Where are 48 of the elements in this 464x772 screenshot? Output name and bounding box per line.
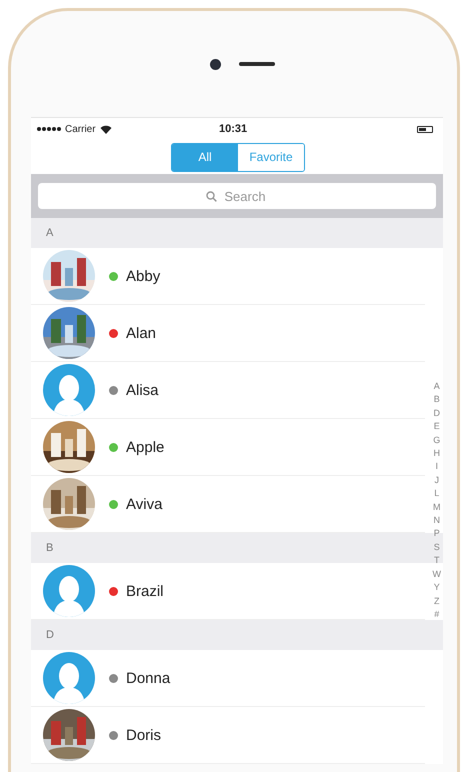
- index-letter[interactable]: N: [434, 514, 440, 528]
- camera-icon: [210, 58, 220, 70]
- index-letter[interactable]: T: [434, 554, 440, 568]
- index-letter[interactable]: P: [434, 527, 440, 541]
- index-letter[interactable]: L: [434, 487, 440, 501]
- search-field[interactable]: Search: [38, 183, 436, 209]
- status-time: 10:31: [219, 123, 248, 135]
- contact-row[interactable]: Alan: [31, 305, 425, 362]
- section-letter: A: [46, 227, 54, 239]
- index-letter[interactable]: S: [434, 540, 440, 554]
- index-letter[interactable]: Z: [434, 594, 440, 608]
- wifi-icon: [100, 124, 112, 134]
- index-letter[interactable]: W: [432, 568, 441, 582]
- index-letter[interactable]: I: [435, 460, 438, 474]
- segment-tab[interactable]: All: [172, 144, 238, 170]
- contact-name: Apple: [126, 438, 164, 456]
- contact-row[interactable]: Abby: [31, 248, 425, 305]
- contact-row[interactable]: Doris: [31, 707, 425, 764]
- avatar-icon: [43, 565, 95, 617]
- index-letter[interactable]: H: [434, 447, 440, 460]
- section-letter: D: [46, 629, 54, 641]
- search-icon: [206, 191, 217, 202]
- signal-icon: [37, 127, 61, 131]
- contact-name: Abby: [126, 268, 160, 284]
- index-letter[interactable]: E: [434, 420, 440, 434]
- contact-name: Alan: [126, 324, 156, 342]
- contact-name: Alisa: [126, 382, 159, 398]
- contact-name: Aviva: [126, 496, 162, 512]
- contact-row[interactable]: Alisa: [31, 362, 425, 419]
- contact-name: Doris: [126, 726, 162, 744]
- speaker-icon: [238, 62, 274, 66]
- contact-row[interactable]: Donna: [31, 650, 425, 707]
- index-letter[interactable]: J: [434, 474, 439, 488]
- battery-icon: [417, 126, 433, 132]
- index-letter[interactable]: G: [433, 434, 440, 448]
- carrier-label: Carrier: [65, 124, 96, 134]
- avatar-icon: [43, 652, 95, 704]
- index-letter[interactable]: M: [433, 500, 440, 514]
- index-letter[interactable]: D: [434, 406, 440, 420]
- section-letter: B: [46, 542, 54, 554]
- index-letter[interactable]: B: [434, 393, 440, 407]
- index-letter[interactable]: #: [434, 608, 440, 622]
- index-letter[interactable]: A: [434, 380, 440, 394]
- avatar-icon: [43, 364, 95, 416]
- index-letter[interactable]: Y: [434, 581, 440, 594]
- contact-name: Brazil: [126, 582, 164, 600]
- contact-name: Donna: [126, 670, 170, 686]
- contact-row[interactable]: Apple: [31, 419, 425, 476]
